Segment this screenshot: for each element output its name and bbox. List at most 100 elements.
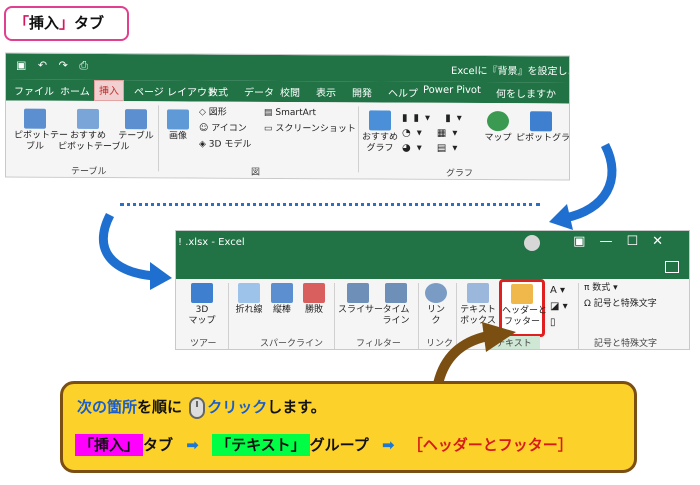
mouse-icon	[189, 396, 206, 419]
tab-data[interactable]: データ	[244, 84, 274, 99]
tab-developer[interactable]: 開発	[352, 84, 372, 99]
group-label-symbols: 記号と特殊文字	[594, 339, 658, 349]
group-divider	[158, 105, 159, 172]
curve-arrow-left-icon	[98, 212, 172, 290]
smartart-button[interactable]: ▤ SmartArt	[264, 108, 316, 119]
title-bar: ! .xlsx - Excel ▣—☐✕	[176, 231, 689, 257]
sparkline-line-icon	[238, 283, 260, 303]
ribbon-tabs: ファイル ホーム 挿入 ページ レイアウト 数式 データ 校閲 表示 開発 ヘル…	[6, 79, 569, 104]
pivot-table-button[interactable]: ピボットテー ブル	[14, 108, 68, 153]
tab-home[interactable]: ホーム	[60, 83, 90, 98]
icons-button[interactable]: ☺ アイコン	[199, 124, 247, 135]
maximize-icon[interactable]: ☐	[626, 234, 652, 249]
print-preview-icon[interactable]: ⎙	[79, 59, 92, 73]
group-divider	[358, 106, 359, 173]
symbol-button[interactable]: Ω 記号と特殊文字	[584, 299, 657, 310]
comments-icon[interactable]	[665, 261, 679, 273]
sparkline-column-button[interactable]: 縦棒	[268, 283, 296, 316]
tab-power-pivot[interactable]: Power Pivot	[423, 85, 481, 96]
link-icon	[425, 283, 447, 303]
title-badge: 「挿入」タブ	[4, 6, 129, 41]
group-label-figure: 図	[251, 167, 261, 178]
callout-line-2: 「挿入」 タブ ➡ 「テキスト」 グループ ➡ ［ヘッダーとフッター］	[75, 434, 573, 456]
callout-line-1: 次の箇所を順に クリックします。	[77, 396, 326, 419]
header-footer-icon	[511, 284, 533, 304]
recommended-pivot-button[interactable]: おすすめ ピボットテーブル	[58, 108, 129, 153]
title-bar: ▣ ↶ ↷ ⎙ Excelに『背景』を設定しよ	[6, 53, 570, 83]
group-label-chart: グラフ	[446, 168, 474, 179]
chart-type-gallery[interactable]: ▮▮▾ ▮▾ ◔▾ ▦▾ ◕▾ ▤▾	[402, 111, 482, 161]
recommended-pivot-icon	[77, 108, 99, 130]
slicer-icon	[347, 283, 369, 303]
textbox-icon	[467, 283, 489, 303]
close-icon[interactable]: ✕	[652, 234, 677, 249]
badge-bracket-open: 「	[14, 14, 30, 32]
group-divider	[334, 283, 335, 349]
map-button[interactable]: マップ	[484, 111, 512, 144]
tab-view[interactable]: 表示	[316, 84, 336, 99]
tab-file[interactable]: ファイル	[14, 83, 54, 98]
chart-icon	[369, 110, 391, 131]
group-divider	[228, 283, 229, 349]
sparkline-line-button[interactable]: 折れ線	[232, 283, 266, 316]
instruction-callout: 次の箇所を順に クリックします。 「挿入」 タブ ➡ 「テキスト」 グループ ➡ ［…	[60, 381, 637, 473]
table-icon	[125, 109, 147, 130]
dotted-connector	[120, 203, 540, 206]
tab-insert[interactable]: 挿入	[94, 79, 124, 102]
timeline-button[interactable]: タイム ライン	[380, 283, 412, 327]
undo-icon[interactable]: ↶	[38, 59, 51, 72]
step-insert-tab: 「挿入」	[75, 434, 144, 456]
sparkline-column-icon	[271, 283, 293, 303]
group-divider	[418, 283, 419, 349]
ribbon-display-icon[interactable]: ▣	[573, 234, 599, 249]
badge-bracket-close: 」	[59, 14, 75, 32]
tell-me-search[interactable]: 何をしますか	[496, 85, 556, 100]
sparkline-winloss-icon	[303, 283, 325, 303]
pointer-arrow-icon	[433, 322, 516, 386]
3d-map-icon	[191, 283, 213, 303]
ribbon-insert: ピボットテー ブル おすすめ ピボットテーブル テーブル テーブル 画像 ◇ 図…	[6, 100, 570, 181]
ribbon-tab-strip	[176, 257, 689, 279]
step-text-group: 「テキスト」	[212, 434, 310, 456]
window-title: ! .xlsx - Excel	[178, 237, 245, 248]
window-controls: ▣—☐✕	[573, 234, 677, 249]
recommended-chart-button[interactable]: おすすめ グラフ	[362, 110, 398, 154]
pivot-table-icon	[24, 108, 46, 129]
arrow-right-icon: ➡	[186, 436, 199, 454]
group-label-filter: フィルター	[356, 339, 401, 349]
account-avatar[interactable]	[524, 235, 540, 251]
timeline-icon	[385, 283, 407, 303]
group-label-tour: ツアー	[190, 339, 217, 349]
shapes-button[interactable]: ◇ 図形	[199, 108, 227, 119]
badge-word: 挿入	[29, 14, 60, 32]
image-icon	[167, 109, 189, 130]
group-divider	[578, 283, 579, 349]
excel-window-top: ▣ ↶ ↷ ⎙ Excelに『背景』を設定しよ ファイル ホーム 挿入 ページ …	[5, 52, 570, 181]
quick-access-toolbar: ▣ ↶ ↷ ⎙	[16, 59, 92, 73]
3d-model-button[interactable]: ◈ 3D モデル	[199, 140, 251, 151]
table-button[interactable]: テーブル	[116, 109, 156, 142]
screenshot-button[interactable]: ▭ スクリーンショット	[264, 124, 356, 135]
group-label-table: テーブル	[71, 166, 107, 178]
image-button[interactable]: 画像	[161, 109, 195, 142]
text-more-dropdown[interactable]: A ▾ ◪ ▾ ▯	[550, 283, 568, 331]
step-header-footer: ［ヘッダーとフッター］	[407, 436, 573, 454]
window-title: Excelに『背景』を設定しよ	[451, 65, 570, 78]
arrow-right-icon: ➡	[381, 436, 395, 454]
tab-page-layout[interactable]: ページ レイアウト	[134, 83, 217, 98]
tab-help[interactable]: ヘルプ	[388, 85, 418, 100]
equation-button[interactable]: π 数式 ▾	[584, 283, 618, 294]
badge-rest: タブ	[74, 14, 105, 32]
redo-icon[interactable]: ↷	[59, 59, 72, 72]
pivot-chart-icon	[530, 111, 552, 132]
slicer-button[interactable]: スライサー	[338, 283, 383, 316]
3d-map-button[interactable]: 3D マップ	[184, 283, 220, 327]
save-icon[interactable]: ▣	[16, 59, 30, 72]
tab-formulas[interactable]: 数式	[208, 84, 228, 99]
map-icon	[487, 111, 509, 132]
group-label-sparkline: スパークライン	[260, 339, 324, 349]
sparkline-winloss-button[interactable]: 勝敗	[300, 283, 328, 316]
curve-arrow-right-icon	[549, 142, 617, 230]
minimize-icon[interactable]: —	[599, 234, 626, 249]
tab-review[interactable]: 校閲	[280, 84, 300, 99]
